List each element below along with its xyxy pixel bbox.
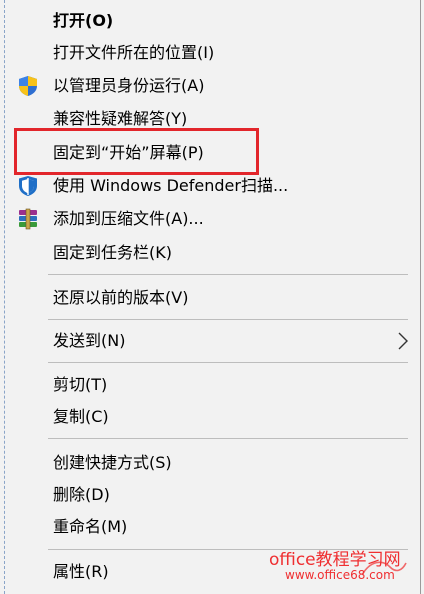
menu-item-delete[interactable]: 删除(D) [5,480,419,510]
menu-item-defender-scan[interactable]: 使用 Windows Defender扫描... [5,171,419,201]
menu-item-label: 剪切(T) [53,375,108,394]
menu-separator [48,438,408,439]
menu-item-label: 复制(C) [53,407,109,426]
menu-item-pin-to-taskbar[interactable]: 固定到任务栏(K) [5,238,419,268]
menu-item-rename[interactable]: 重命名(M) [5,512,419,542]
menu-item-copy[interactable]: 复制(C) [5,402,419,432]
menu-item-label: 还原以前的版本(V) [53,288,189,307]
menu-item-create-shortcut[interactable]: 创建快捷方式(S) [5,448,419,478]
winrar-books-icon [19,208,37,230]
menu-item-open-file-location[interactable]: 打开文件所在的位置(I) [5,38,419,68]
menu-item-send-to[interactable]: 发送到(N) [5,326,419,356]
highlight-box [14,128,259,175]
context-menu: 打开(O) 打开文件所在的位置(I) 以管理员身份运行(A) 兼容性疑难解答(Y… [0,0,424,594]
menu-item-label: 属性(R) [53,562,109,581]
menu-item-label: 创建快捷方式(S) [53,453,172,472]
menu-item-label: 发送到(N) [53,331,126,350]
menu-item-run-as-admin[interactable]: 以管理员身份运行(A) [5,71,419,101]
menu-item-label: 以管理员身份运行(A) [53,76,205,95]
menu-item-label: 删除(D) [53,485,110,504]
chevron-right-icon [398,332,408,350]
menu-item-cut[interactable]: 剪切(T) [5,370,419,400]
watermark-url: www.office68.com [285,568,395,582]
defender-shield-icon [19,176,37,196]
menu-item-label: 重命名(M) [53,517,128,536]
menu-item-label: 固定到任务栏(K) [53,243,172,262]
menu-separator [48,362,408,363]
menu-item-add-to-archive[interactable]: 添加到压缩文件(A)... [5,204,419,234]
menu-border [420,0,421,594]
menu-item-label: 打开(O) [53,11,114,30]
menu-item-label: 打开文件所在的位置(I) [53,43,215,62]
menu-item-open[interactable]: 打开(O) [5,6,419,36]
menu-item-label: 使用 Windows Defender扫描... [53,176,289,195]
menu-separator [48,274,408,275]
menu-separator [48,319,408,320]
menu-item-restore-previous-versions[interactable]: 还原以前的版本(V) [5,283,419,313]
menu-item-label: 添加到压缩文件(A)... [53,209,204,228]
uac-shield-icon [19,76,37,96]
